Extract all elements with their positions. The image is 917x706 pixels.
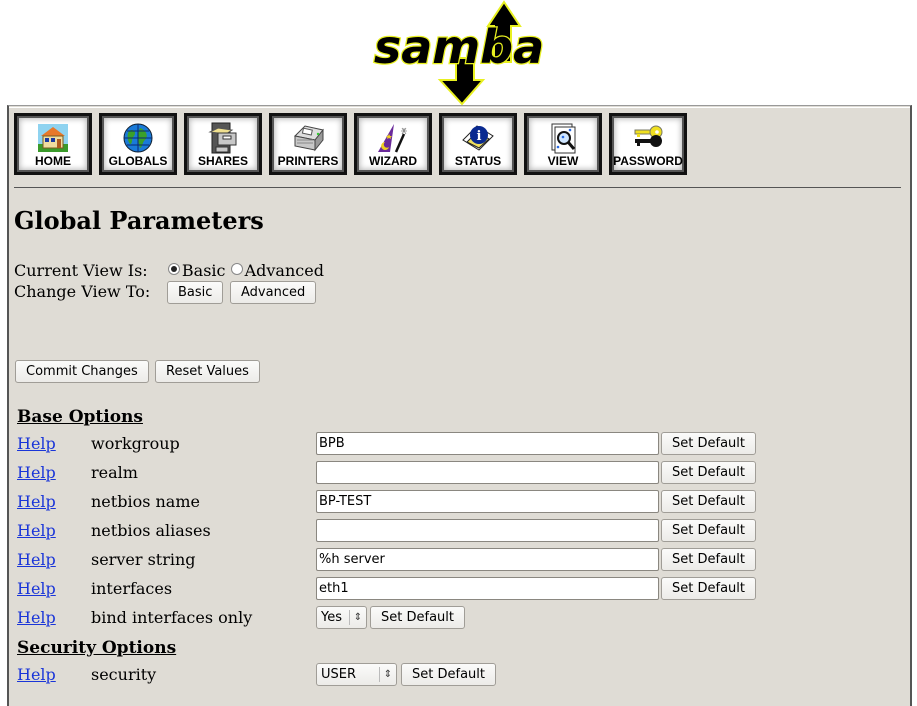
page-title: Global Parameters <box>14 206 264 235</box>
info-icon: i <box>462 125 494 151</box>
current-view-label: Current View Is: <box>14 261 148 280</box>
wizard-hat-icon <box>378 124 407 153</box>
file-cabinet-icon <box>208 122 237 154</box>
nav-printers-label: PRINTERS <box>277 154 339 168</box>
change-view-row: Change View To: <box>14 282 150 301</box>
nav-printers-button[interactable]: PRINTERS <box>269 113 347 175</box>
keys-icon <box>634 125 663 147</box>
radio-advanced[interactable] <box>230 263 243 275</box>
change-view-advanced-button[interactable]: Advanced <box>230 281 317 304</box>
help-link[interactable]: Help <box>17 579 56 598</box>
interfaces-input[interactable]: eth1 <box>316 577 659 600</box>
chevron-up-down-icon: ⇕ <box>379 667 396 682</box>
nav-shares-label: SHARES <box>197 154 248 168</box>
home-icon <box>38 124 68 152</box>
select-value: Yes <box>321 610 342 625</box>
current-view-row: Current View Is: Basic Advanced <box>14 261 324 280</box>
set-default-button[interactable]: Set Default <box>661 519 756 542</box>
samba-logo: samba <box>373 0 545 106</box>
workgroup-input[interactable]: BPB <box>316 432 659 455</box>
help-link[interactable]: Help <box>17 550 56 569</box>
nav-globals-button[interactable]: GLOBALS <box>99 113 177 175</box>
nav-password-button[interactable]: PASSWORD <box>609 113 687 175</box>
param-name: workgroup <box>91 434 180 453</box>
commit-changes-button[interactable]: Commit Changes <box>15 360 149 383</box>
realm-input[interactable] <box>316 461 659 484</box>
svg-text:i: i <box>477 129 482 144</box>
set-default-button[interactable]: Set Default <box>661 432 756 455</box>
param-name: security <box>91 665 157 684</box>
bind-interfaces-only-select[interactable]: Yes ⇕ <box>316 606 367 629</box>
help-link[interactable]: Help <box>17 665 56 684</box>
netbios-aliases-input[interactable] <box>316 519 659 542</box>
nav-view-label: VIEW <box>547 154 579 168</box>
set-default-button[interactable]: Set Default <box>661 577 756 600</box>
divider <box>14 187 901 188</box>
main-panel: HOME GLOBALS SHARES PRINTERS WIZARD i ST… <box>7 105 912 706</box>
netbios-name-input[interactable]: BP-TEST <box>316 490 659 513</box>
view-radio-advanced[interactable]: Advanced <box>230 261 324 280</box>
nav-home-label: HOME <box>35 154 71 168</box>
nav-wizard-label: WIZARD <box>369 154 417 168</box>
set-default-button[interactable]: Set Default <box>370 606 465 629</box>
radio-advanced-label: Advanced <box>244 261 324 280</box>
nav-password-label: PASSWORD <box>613 154 683 168</box>
radio-basic-label: Basic <box>181 261 226 280</box>
nav-status-button[interactable]: i STATUS <box>439 113 517 175</box>
header: samba <box>0 0 917 106</box>
nav-wizard-button[interactable]: WIZARD <box>354 113 432 175</box>
param-name: server string <box>91 550 196 569</box>
nav-status-label: STATUS <box>454 154 502 168</box>
help-link[interactable]: Help <box>17 521 56 540</box>
section-title-base-options: Base Options <box>17 407 143 427</box>
select-value: USER <box>321 667 357 682</box>
set-default-button[interactable]: Set Default <box>661 461 756 484</box>
nav-home-button[interactable]: HOME <box>14 113 92 175</box>
nav-globals-label: GLOBALS <box>108 154 168 168</box>
server-string-input[interactable]: %h server <box>316 548 659 571</box>
set-default-button[interactable]: Set Default <box>661 490 756 513</box>
samba-logo-text: samba <box>374 20 544 74</box>
reset-values-button[interactable]: Reset Values <box>155 360 260 383</box>
param-name: realm <box>91 463 138 482</box>
help-link[interactable]: Help <box>17 463 56 482</box>
param-name: bind interfaces only <box>91 608 253 627</box>
param-name: netbios name <box>91 492 200 511</box>
globe-icon <box>123 123 153 153</box>
param-name: interfaces <box>91 579 173 598</box>
help-link[interactable]: Help <box>17 434 56 453</box>
magnifier-document-icon <box>551 123 576 154</box>
set-default-button[interactable]: Set Default <box>401 663 496 686</box>
section-title-security-options: Security Options <box>17 638 177 658</box>
change-view-basic-button[interactable]: Basic <box>167 281 224 304</box>
param-name: netbios aliases <box>91 521 211 540</box>
set-default-button[interactable]: Set Default <box>661 548 756 571</box>
printer-icon <box>293 125 324 152</box>
security-select[interactable]: USER ⇕ <box>316 663 397 686</box>
chevron-up-down-icon: ⇕ <box>349 610 366 625</box>
help-link[interactable]: Help <box>17 492 56 511</box>
change-view-label: Change View To: <box>14 282 151 301</box>
help-link[interactable]: Help <box>17 608 56 627</box>
nav-shares-button[interactable]: SHARES <box>184 113 262 175</box>
radio-basic[interactable] <box>167 263 180 275</box>
nav-bar: HOME GLOBALS SHARES PRINTERS WIZARD i ST… <box>14 113 694 175</box>
nav-view-button[interactable]: VIEW <box>524 113 602 175</box>
view-radio-basic[interactable]: Basic <box>167 261 226 280</box>
